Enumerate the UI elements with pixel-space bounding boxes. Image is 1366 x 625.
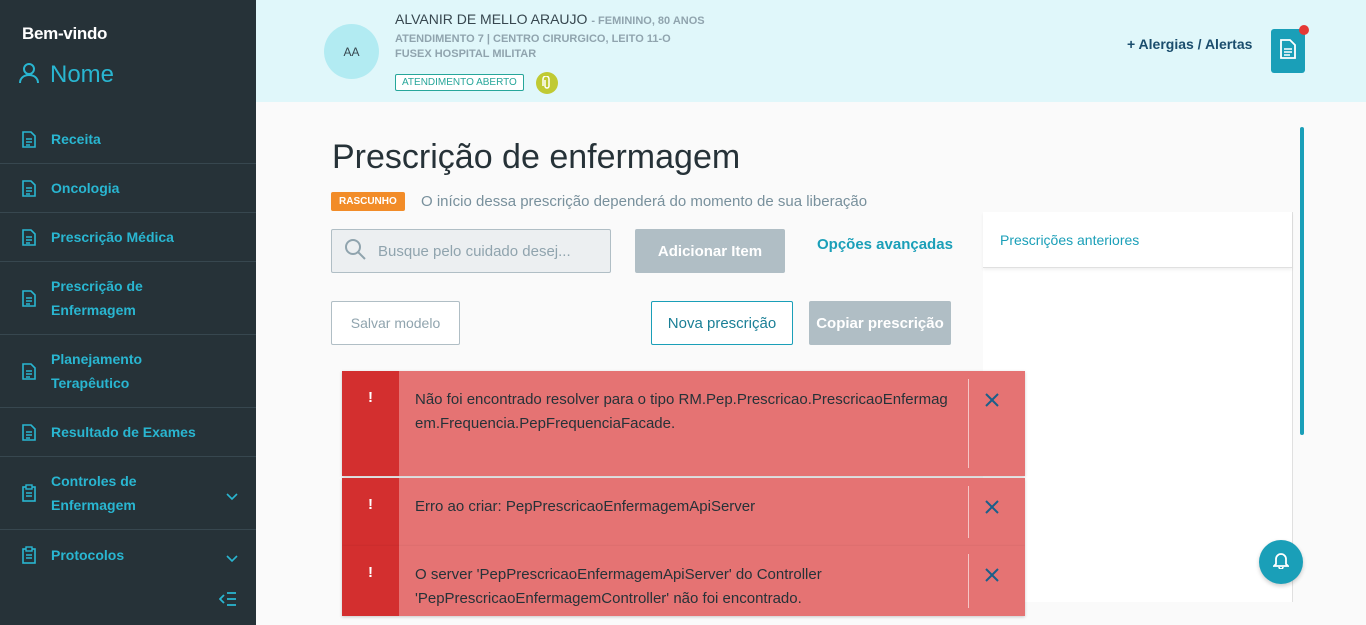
patient-name-line: ALVANIR DE MELLO ARAUJO - FEMININO, 80 A…	[395, 11, 705, 27]
chevron-down-icon	[226, 488, 238, 504]
plus-icon: +	[1127, 36, 1139, 52]
sidebar-menu: Receita Oncologia Prescrição Médica Pres…	[0, 115, 256, 579]
sidebar-item-prescricao-medica[interactable]: Prescrição Médica	[0, 213, 256, 262]
search-input[interactable]	[378, 242, 598, 260]
toast-message: O server 'PepPrescricaoEnfermagemApiServ…	[415, 566, 822, 607]
allergies-alerts-label: Alergias / Alertas	[1138, 36, 1253, 52]
sidebar-item-label: Resultado de Exames	[51, 424, 196, 440]
toast-message: Não foi encontrado resolver para o tipo …	[415, 391, 948, 432]
document-icon	[22, 289, 38, 307]
document-icon	[22, 179, 38, 197]
user-icon	[18, 62, 40, 89]
previous-prescriptions-panel: Prescrições anteriores	[983, 212, 1293, 602]
error-mark-icon: !	[342, 546, 399, 616]
close-icon[interactable]	[985, 393, 999, 412]
sidebar-item-resultado-exames[interactable]: Resultado de Exames	[0, 408, 256, 457]
patient-meta: - FEMININO, 80 ANOS	[591, 15, 705, 27]
error-mark-icon: !	[342, 371, 399, 476]
error-toast: ! Erro ao criar: PepPrescricaoEnfermagem…	[342, 478, 1025, 546]
error-mark-icon: !	[342, 478, 399, 546]
close-icon[interactable]	[985, 500, 999, 519]
toast-message: Erro ao criar: PepPrescricaoEnfermagemAp…	[415, 498, 756, 515]
sidebar-item-planejamento-terapeutico[interactable]: Planejamento Terapêutico	[0, 335, 256, 408]
sidebar-item-label: Prescrição Médica	[51, 229, 174, 245]
document-icon	[22, 423, 38, 441]
sidebar-item-label: Receita	[51, 131, 101, 147]
document-icon	[22, 130, 38, 148]
search-box	[331, 229, 611, 273]
user-name: Nome	[50, 61, 115, 88]
collapse-menu-icon[interactable]	[218, 592, 237, 611]
draft-badge: RASCUNHO	[331, 192, 405, 211]
sidebar-item-oncologia[interactable]: Oncologia	[0, 164, 256, 213]
clipboard-icon	[22, 545, 38, 564]
patient-header: AA ALVANIR DE MELLO ARAUJO - FEMININO, 8…	[256, 0, 1366, 102]
welcome-text: Bem-vindo	[22, 24, 108, 43]
search-icon	[344, 238, 366, 265]
document-icon	[1280, 38, 1296, 64]
sidebar-item-label: Oncologia	[51, 180, 120, 196]
document-icon	[22, 362, 38, 380]
toast-divider	[968, 379, 969, 468]
scrollbar[interactable]	[1300, 127, 1304, 435]
error-toast: ! O server 'PepPrescricaoEnfermagemApiSe…	[342, 546, 1025, 616]
sidebar-item-receita[interactable]: Receita	[0, 115, 256, 164]
hospital-name: FUSEX HOSPITAL MILITAR	[395, 48, 537, 60]
error-toast: ! Não foi encontrado resolver para o tip…	[342, 371, 1025, 476]
status-badge: ATENDIMENTO ABERTO	[395, 74, 524, 91]
sidebar-item-label: Controles de Enfermagem	[51, 473, 137, 513]
previous-prescriptions-tab[interactable]: Prescrições anteriores	[983, 212, 1292, 268]
document-icon	[22, 228, 38, 246]
sidebar-item-label: Planejamento Terapêutico	[51, 351, 143, 391]
bell-icon	[1271, 551, 1291, 574]
patient-name: ALVANIR DE MELLO ARAUJO	[395, 11, 588, 27]
copy-prescription-button[interactable]: Copiar prescrição	[809, 301, 951, 345]
notifications-button[interactable]	[1259, 540, 1303, 584]
sidebar-item-protocolos[interactable]: Protocolos	[0, 530, 256, 579]
user-profile[interactable]: Nome	[18, 61, 114, 89]
notification-dot	[1299, 25, 1309, 35]
attachment-icon[interactable]	[536, 72, 558, 94]
avatar: AA	[324, 24, 379, 79]
clipboard-icon	[22, 484, 38, 502]
chevron-down-icon	[226, 550, 238, 566]
toast-divider	[968, 554, 969, 608]
advanced-options-link[interactable]: Opções avançadas	[817, 236, 953, 253]
sidebar-item-prescricao-enfermagem[interactable]: Prescrição de Enfermagem	[0, 262, 256, 335]
sidebar: Bem-vindo Nome Receita Oncologia Prescri…	[0, 0, 256, 625]
documents-button[interactable]	[1271, 29, 1305, 73]
close-icon[interactable]	[985, 568, 999, 587]
allergies-alerts-link[interactable]: + Alergias / Alertas	[1127, 36, 1252, 52]
page-title: Prescrição de enfermagem	[332, 138, 741, 176]
save-model-button[interactable]: Salvar modelo	[331, 301, 460, 345]
sidebar-item-label: Prescrição de Enfermagem	[51, 278, 143, 318]
patient-info: ATENDIMENTO 7 | CENTRO CIRURGICO, LEITO …	[395, 32, 671, 62]
new-prescription-button[interactable]: Nova prescrição	[651, 301, 793, 345]
add-item-button[interactable]: Adicionar Item	[635, 229, 785, 273]
attendance-line: ATENDIMENTO 7 | CENTRO CIRURGICO, LEITO …	[395, 33, 671, 45]
sidebar-item-label: Protocolos	[51, 546, 125, 563]
draft-note: O início dessa prescrição dependerá do m…	[421, 193, 868, 210]
toast-divider	[968, 486, 969, 538]
sidebar-item-controles-enfermagem[interactable]: Controles de Enfermagem	[0, 457, 256, 530]
